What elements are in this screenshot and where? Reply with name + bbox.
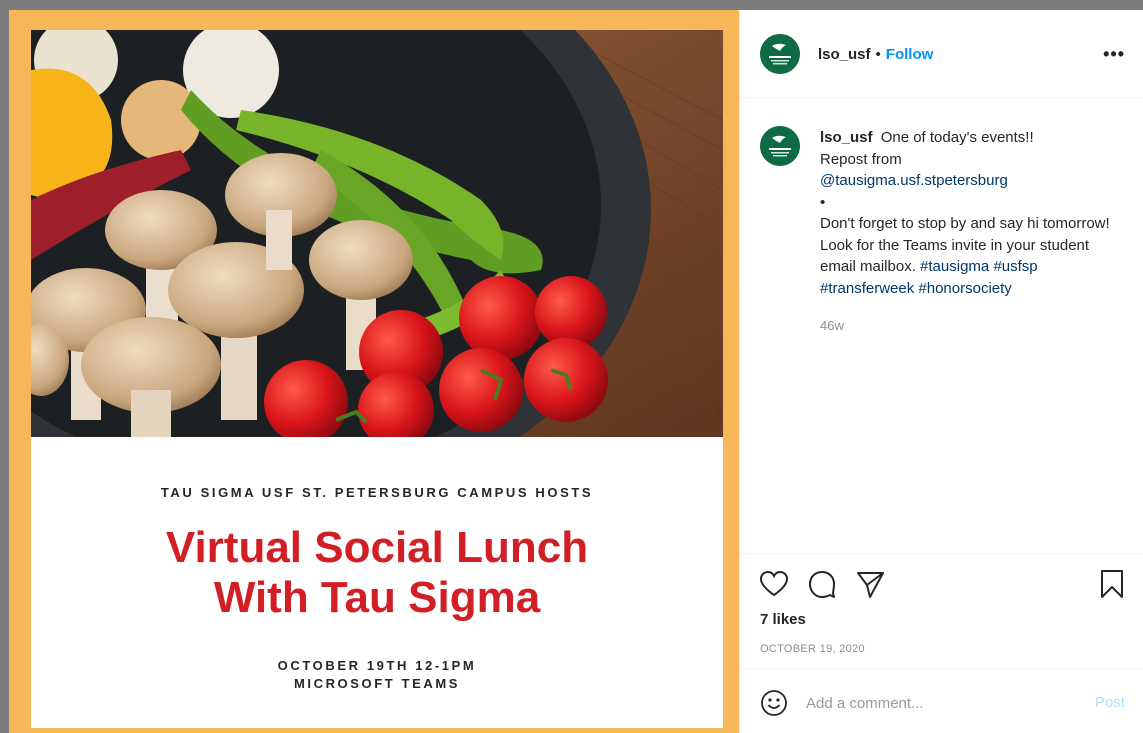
event-flyer: TAU SIGMA USF ST. PETERSBURG CAMPUS HOST… <box>31 437 723 728</box>
follow-button[interactable]: Follow <box>886 46 934 63</box>
comment-bar: Post <box>740 668 1143 733</box>
more-options-icon[interactable]: ••• <box>1103 44 1125 65</box>
caption-text-2: Repost from <box>820 150 902 168</box>
caption-bullet: • <box>820 193 826 211</box>
caption-username[interactable]: lso_usf <box>820 129 873 146</box>
separator-dot: • <box>875 46 881 63</box>
emoji-icon[interactable] <box>760 689 788 717</box>
avatar[interactable] <box>760 34 800 74</box>
flyer-platform-line: MICROSOFT TEAMS <box>293 676 461 691</box>
header-user-line: lso_usf • Follow <box>818 46 933 63</box>
post-header: lso_usf • Follow ••• <box>740 10 1143 98</box>
bookmark-icon[interactable] <box>1096 568 1128 600</box>
hashtag-link[interactable]: #usfsp <box>993 258 1037 275</box>
flyer-details: OCTOBER 19TH 12-1PM MICROSOFT TEAMS <box>31 657 723 693</box>
post-time-ago[interactable]: 46w <box>820 318 844 333</box>
flyer-title-line-2: With Tau Sigma <box>213 573 541 622</box>
post-caption: lso_usf One of today's events!! Repost f… <box>820 127 1120 299</box>
header-username[interactable]: lso_usf <box>818 46 871 63</box>
caption-text-1: One of today's events!! <box>880 129 1034 146</box>
actions-bar: 7 likes OCTOBER 19, 2020 <box>740 553 1143 668</box>
post-side-panel: lso_usf • Follow ••• lso_usf One of toda… <box>739 10 1143 733</box>
usf-logo-icon <box>760 34 800 74</box>
flyer-host-line: TAU SIGMA USF ST. PETERSBURG CAMPUS HOST… <box>160 485 594 500</box>
usf-logo-icon <box>760 126 800 166</box>
hashtag-link[interactable]: #honorsociety <box>918 280 1011 297</box>
post-comment-button[interactable]: Post <box>1095 694 1125 711</box>
likes-count[interactable]: 7 likes <box>760 611 806 628</box>
flyer-date-line: OCTOBER 19TH 12-1PM <box>277 658 477 673</box>
comment-input[interactable] <box>806 691 1076 715</box>
comment-icon[interactable] <box>806 568 838 600</box>
heart-icon[interactable] <box>758 568 790 600</box>
flyer-title-line-1: Virtual Social Lunch <box>165 523 589 572</box>
caption-avatar[interactable] <box>760 126 800 166</box>
hashtag-link[interactable]: #tausigma <box>920 258 989 275</box>
mention-link[interactable]: @tausigma.usf.stpetersburg <box>820 172 1008 189</box>
hashtag-link[interactable]: #transferweek <box>820 280 914 297</box>
post-image[interactable]: TAU SIGMA USF ST. PETERSBURG CAMPUS HOST… <box>9 10 739 733</box>
post-date: OCTOBER 19, 2020 <box>760 643 865 655</box>
food-photo <box>31 30 723 437</box>
flyer-title: Virtual Social Lunch With Tau Sigma <box>31 523 723 623</box>
vegetable-bowl-illustration <box>31 30 723 437</box>
share-icon[interactable] <box>854 568 886 600</box>
